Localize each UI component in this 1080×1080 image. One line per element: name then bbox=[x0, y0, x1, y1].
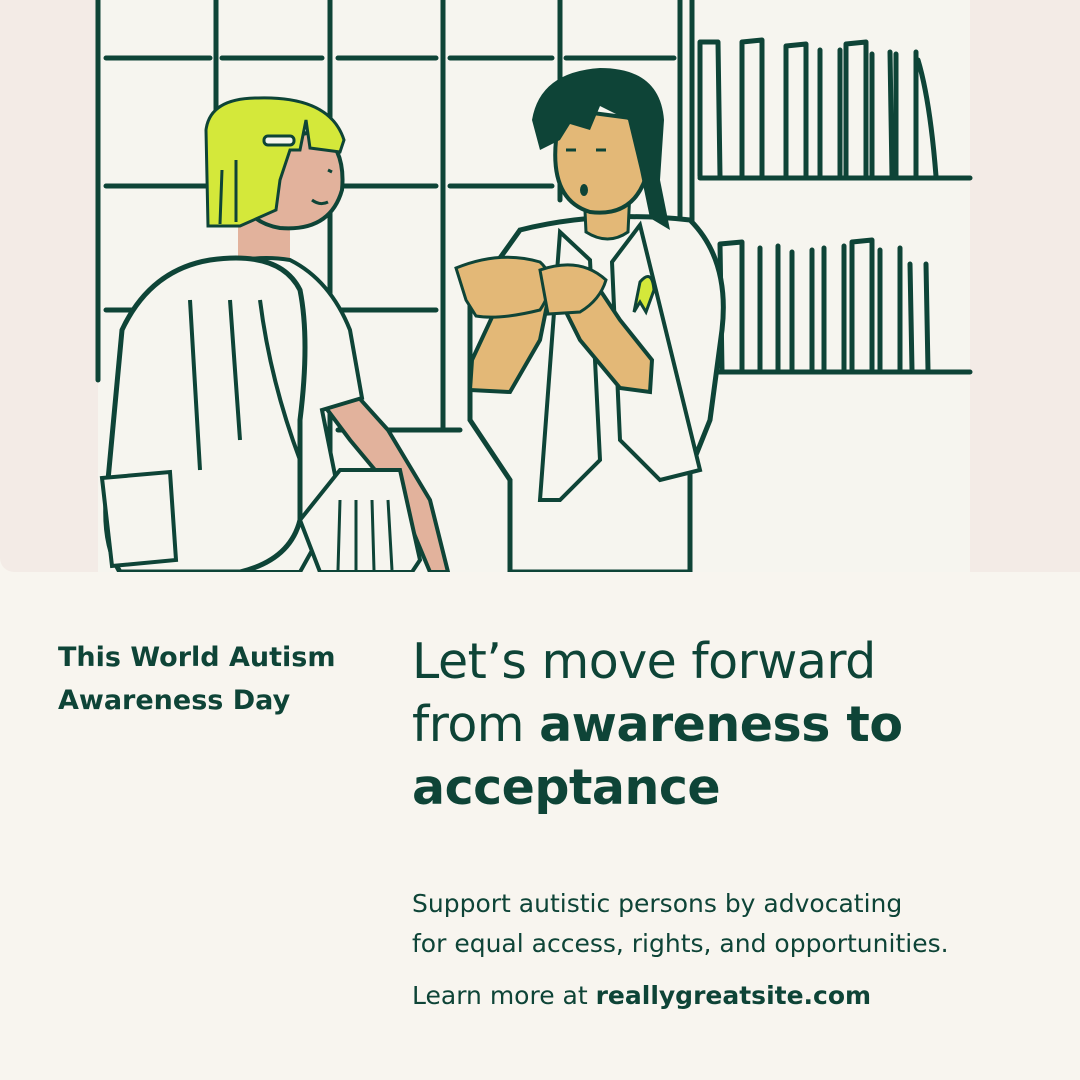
hero-illustration bbox=[0, 0, 1080, 572]
eyebrow-line-1: This World Autism bbox=[58, 642, 336, 673]
body-copy: Support autistic persons by advocating f… bbox=[412, 884, 1032, 964]
two-people-signing-illustration-icon bbox=[95, 0, 973, 572]
website-link[interactable]: reallygreatsite.com bbox=[596, 981, 872, 1010]
headline-line-2: from awareness to bbox=[412, 693, 1052, 756]
learn-more-prefix: Learn more at bbox=[412, 981, 596, 1010]
body-line-2: for equal access, rights, and opportunit… bbox=[412, 929, 949, 958]
headline-awareness-to: awareness to bbox=[539, 696, 903, 753]
headline-acceptance: acceptance bbox=[412, 759, 721, 816]
headline-line-1: Let’s move forward bbox=[412, 633, 876, 690]
headline-from: from bbox=[412, 696, 540, 753]
learn-more: Learn more at reallygreatsite.com bbox=[412, 976, 1032, 1016]
eyebrow-title: This World Autism Awareness Day bbox=[58, 636, 378, 722]
headline: Let’s move forward from awareness to acc… bbox=[412, 630, 1052, 819]
eyebrow-line-2: Awareness Day bbox=[58, 685, 291, 716]
body-line-1: Support autistic persons by advocating bbox=[412, 889, 903, 918]
